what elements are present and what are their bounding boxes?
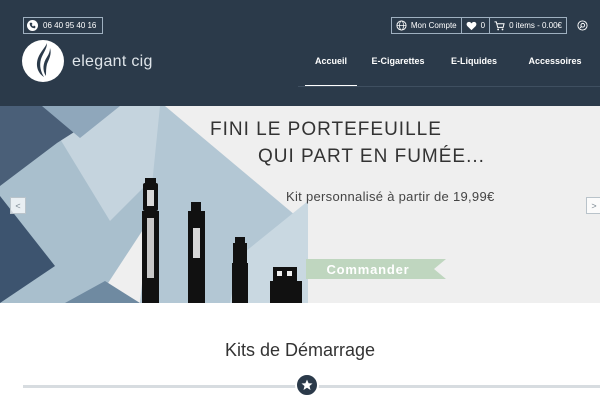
cart-link[interactable]: 0 items - 0.00€ [489,18,566,33]
site-header: 06 40 95 40 16 Mon Compte 0 0 items - 0.… [0,0,600,106]
heart-icon [466,21,477,30]
search-icon [576,20,588,31]
nav-item-e-liquides[interactable]: E-Liquides [440,50,508,72]
account-label: Mon Compte [410,21,457,30]
nav-item-e-cigarettes[interactable]: E-Cigarettes [360,50,436,72]
globe-icon [396,20,407,31]
wishlist-count: 0 [480,21,486,30]
e-cig-pen-1 [142,178,159,303]
utility-group: Mon Compte 0 0 items - 0.00€ [390,17,567,34]
hero-headline-line-2: QUI PART EN FUMÉE... [258,146,485,167]
search-button[interactable] [575,19,589,33]
slider-next-button[interactable]: > [586,197,600,214]
phone-number: 06 40 95 40 16 [43,21,97,30]
logo-text[interactable]: elegant cig [72,53,153,71]
hero-slider: FINI LE PORTEFEUILLE QUI PART EN FUMÉE..… [0,106,600,303]
site-logo[interactable] [22,40,64,82]
hero-subtitle: Kit personnalisé à partir de 19,99€ [286,189,495,204]
chevron-right-icon: > [591,200,597,211]
account-link[interactable]: Mon Compte [392,18,461,33]
commander-label: Commander [326,261,410,277]
hero-headline-line-1: FINI LE PORTEFEUILLE [210,119,442,140]
cart-summary: 0 items - 0.00€ [509,21,562,30]
cart-icon [494,20,505,30]
commander-button[interactable]: Commander [306,259,446,279]
nav-item-accessoires[interactable]: Accessoires [520,50,590,72]
section-badge [295,373,319,397]
phone-icon [27,20,38,31]
e-cig-pen-3 [232,237,248,303]
smoke-flame-logo-icon [36,43,51,77]
e-cig-pen-2 [188,202,205,303]
nav-divider [298,86,600,87]
usb-charger [270,267,302,303]
slider-prev-button[interactable]: < [10,197,26,214]
section-title: Kits de Démarrage [224,340,376,360]
phone-contact[interactable]: 06 40 95 40 16 [23,17,104,34]
header-utility-bar: Mon Compte 0 0 items - 0.00€ [390,17,589,34]
star-icon [301,379,313,390]
nav-item-accueil[interactable]: Accueil [305,50,357,86]
chevron-left-icon: < [15,200,21,211]
wishlist-link[interactable]: 0 [460,18,489,33]
